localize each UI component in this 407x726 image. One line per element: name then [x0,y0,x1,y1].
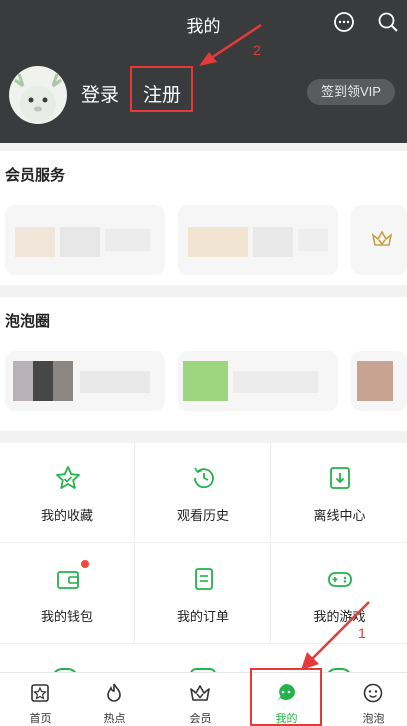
wallet-icon [57,571,79,589]
grid-item-offline[interactable]: 离线中心 [272,443,407,543]
order-icon [195,568,213,590]
tab-label: 泡泡 [362,713,385,725]
vip-crown-icon [371,230,393,246]
grid-item-orders[interactable]: 我的订单 [136,544,271,644]
grid-item-label: 观看历史 [176,508,229,523]
search-icon[interactable] [377,11,399,33]
annotation-highlight-box [250,668,322,726]
crown-icon [190,685,210,701]
annotation-label-2: 2 [253,42,261,58]
annotation-label-1: 1 [358,625,366,641]
grid-item-label: 离线中心 [313,508,366,523]
register-link[interactable]: 注册 [143,80,181,107]
avatar[interactable] [9,66,67,124]
grid-item-wallet[interactable]: 我的钱包 [0,544,135,644]
tab-label: 首页 [29,713,52,725]
history-clock-icon [194,467,214,489]
checkin-vip-button[interactable]: 签到领VIP [307,79,395,105]
deer-avatar-icon [14,73,62,122]
star-icon [56,466,80,489]
tab-member[interactable]: 会员 [160,673,241,726]
grid-item-favorites[interactable]: 我的收藏 [0,443,135,543]
bubble-circle-card[interactable] [178,351,338,411]
login-link[interactable]: 登录 [81,80,119,107]
section-title-bubble-circle: 泡泡圈 [5,313,51,330]
message-icon[interactable] [333,11,355,33]
member-service-card[interactable] [178,205,338,275]
section-title-member-services: 会员服务 [5,167,66,184]
member-service-card[interactable] [5,205,165,275]
tab-label: 热点 [103,713,126,725]
notification-dot [81,560,89,568]
home-icon [31,684,49,702]
bottom-tab-bar: 首页 热点 会员 我的 泡泡 [0,672,407,726]
gamepad-icon [328,572,352,587]
tab-hot[interactable]: 热点 [74,673,155,726]
member-service-card[interactable] [351,205,407,275]
grid-item-history[interactable]: 观看历史 [136,443,271,543]
bubble-face-icon [363,683,383,703]
bubble-circle-card[interactable] [5,351,165,411]
bubble-circle-card[interactable] [351,351,407,411]
grid-item-label: 我的钱包 [40,609,93,624]
fire-icon [107,683,121,702]
member-services-section: 会员服务 [0,151,407,285]
bubble-circle-section: 泡泡圈 [0,297,407,431]
tab-bubble[interactable]: 泡泡 [333,673,407,726]
tab-home[interactable]: 首页 [0,673,81,726]
profile-header: 我的 登录 注册 2 签到领VIP [0,0,407,143]
download-icon [330,467,350,489]
tab-label: 会员 [189,713,212,725]
grid-item-label: 我的收藏 [40,508,93,523]
grid-item-label: 我的订单 [176,609,229,624]
